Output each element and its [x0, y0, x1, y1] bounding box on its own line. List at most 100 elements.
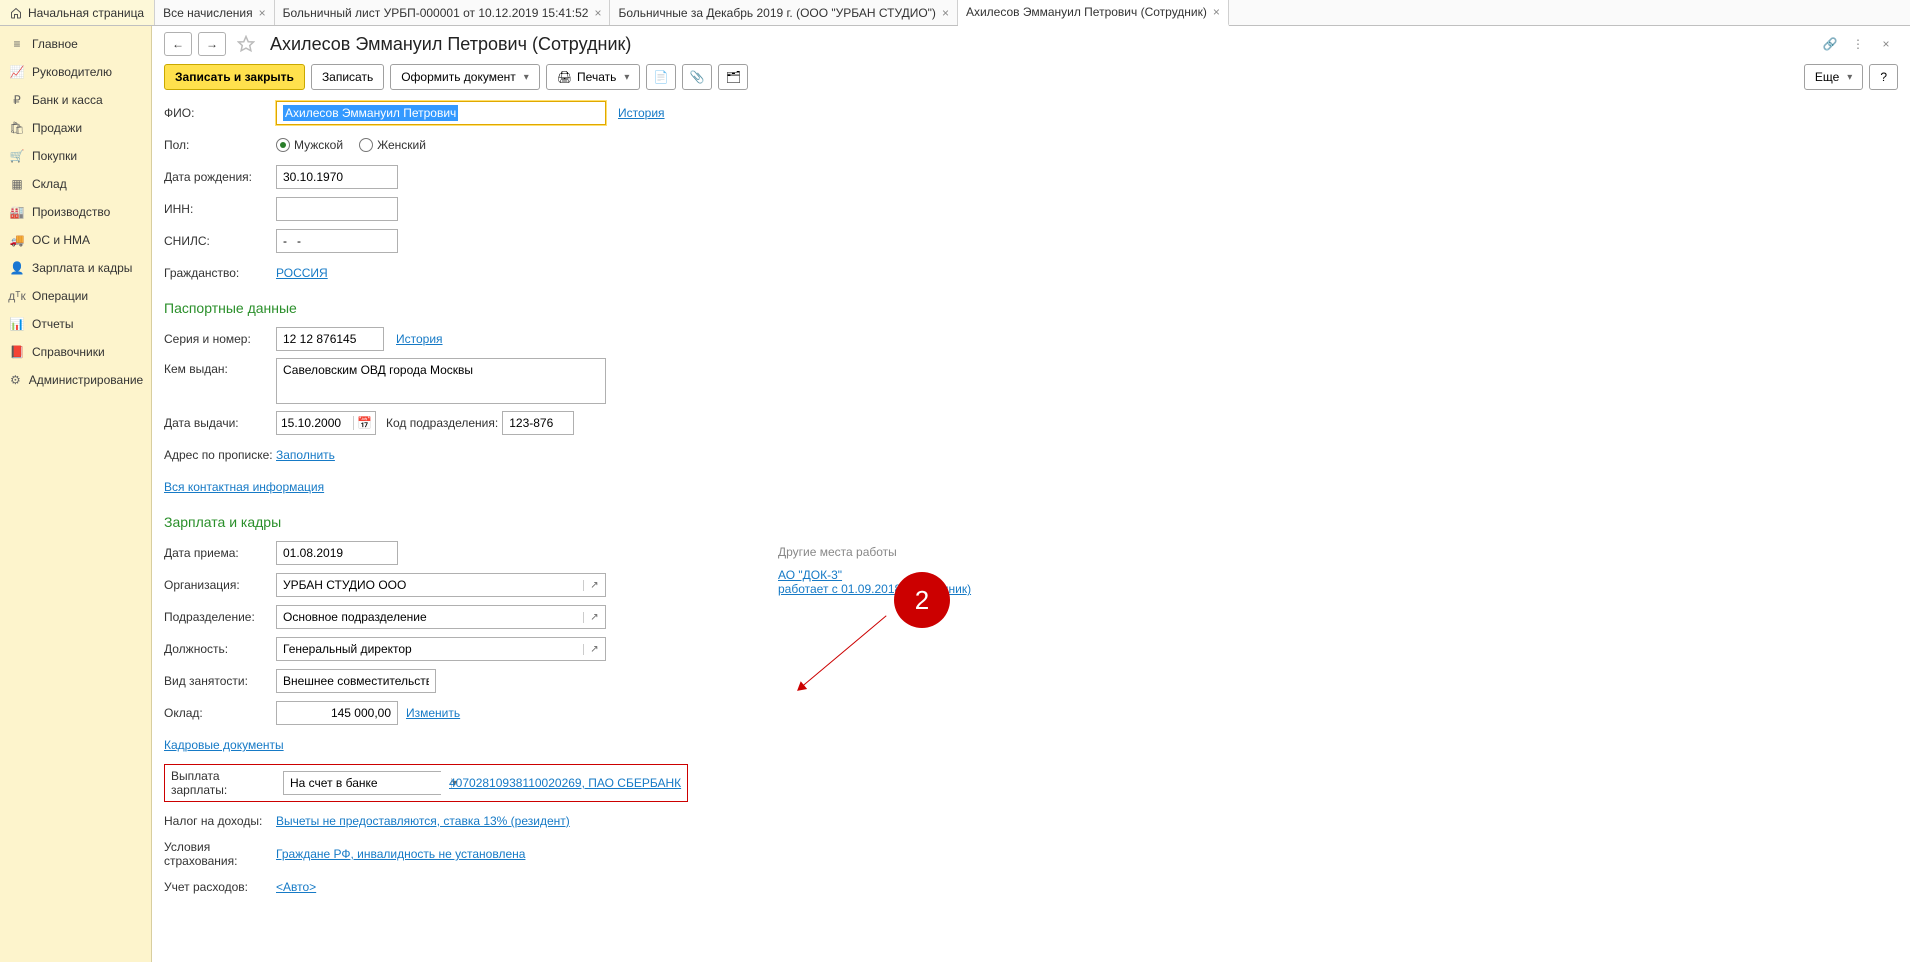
label-pay-method: Выплата зарплаты: — [171, 769, 275, 797]
link-icon[interactable]: 🔗 — [1818, 32, 1842, 56]
open-icon[interactable]: ↗ — [583, 612, 605, 623]
sidebar-item-manager[interactable]: 📈Руководителю — [0, 58, 151, 86]
hr-docs-link[interactable]: Кадровые документы — [164, 738, 284, 752]
more-icon[interactable]: ⋮ — [1846, 32, 1870, 56]
label-issued-by: Кем выдан: — [164, 358, 276, 376]
radio-male[interactable]: Мужской — [276, 138, 343, 152]
label-tax: Налог на доходы: — [164, 814, 276, 828]
other-work-block: Другие места работы — [778, 545, 897, 561]
org-lookup[interactable]: ↗ — [276, 573, 606, 597]
label-org: Организация: — [164, 578, 276, 592]
fill-link[interactable]: Заполнить — [276, 448, 335, 462]
attach-icon-button[interactable]: 📎 — [682, 64, 712, 90]
more-button[interactable]: Еще — [1804, 64, 1863, 90]
sidebar-item-main[interactable]: ≡Главное — [0, 30, 151, 58]
dob-input[interactable] — [276, 165, 398, 189]
org-input[interactable] — [277, 574, 583, 596]
salary-input[interactable] — [276, 701, 398, 725]
emp-type-input[interactable] — [276, 669, 436, 693]
tab-1[interactable]: Больничный лист УРБП-000001 от 10.12.201… — [275, 0, 611, 25]
radio-female[interactable]: Женский — [359, 138, 426, 152]
inn-input[interactable] — [276, 197, 398, 221]
sidebar-item-bank[interactable]: ₽Банк и касса — [0, 86, 151, 114]
tax-link[interactable]: Вычеты не предоставляются, ставка 13% (р… — [276, 814, 570, 828]
close-icon[interactable]: × — [942, 6, 949, 20]
pay-method-value[interactable] — [284, 772, 451, 794]
nav-back-button[interactable]: ← — [164, 32, 192, 56]
close-icon[interactable]: × — [594, 6, 601, 20]
main-area: 🔗 ⋮ × ← → Ахилесов Эммануил Петрович (Со… — [152, 26, 1910, 962]
save-close-button[interactable]: Записать и закрыть — [164, 64, 305, 90]
sidebar-item-sales[interactable]: 🛍Продажи — [0, 114, 151, 142]
change-link[interactable]: Изменить — [406, 706, 460, 720]
radio-female-label: Женский — [377, 138, 426, 152]
sidebar-item-hr[interactable]: 👤Зарплата и кадры — [0, 254, 151, 282]
sidebar-item-reports[interactable]: 📊Отчеты — [0, 310, 151, 338]
make-document-button[interactable]: Оформить документ — [390, 64, 540, 90]
label-fio: ФИО: — [164, 106, 276, 120]
calendar-icon[interactable]: 📅 — [353, 416, 375, 430]
sidebar-item-assets[interactable]: 🚚ОС и НМА — [0, 226, 151, 254]
citizenship-link[interactable]: РОССИЯ — [276, 266, 328, 280]
save-button[interactable]: Записать — [311, 64, 384, 90]
label-dept: Подразделение: — [164, 610, 276, 624]
sidebar-item-operations[interactable]: дᵀкОперации — [0, 282, 151, 310]
close-icon[interactable]: × — [1874, 32, 1898, 56]
sidebar-item-warehouse[interactable]: ▦Склад — [0, 170, 151, 198]
close-icon[interactable]: × — [1213, 5, 1220, 19]
fio-input[interactable]: Ахилесов Эммануил Петрович — [276, 101, 606, 125]
label-address: Адрес по прописке: — [164, 448, 276, 462]
card-icon-button[interactable]: 🗂 — [718, 64, 748, 90]
person-icon: 👤 — [10, 261, 24, 275]
position-lookup[interactable]: ↗ — [276, 637, 606, 661]
help-button[interactable]: ? — [1869, 64, 1898, 90]
open-icon[interactable]: ↗ — [583, 644, 605, 655]
print-button[interactable]: 🖨 Печать — [546, 64, 641, 90]
sidebar: ≡Главное 📈Руководителю ₽Банк и касса 🛍Пр… — [0, 26, 152, 962]
history-link[interactable]: История — [618, 106, 665, 120]
sb-label: Руководителю — [32, 65, 112, 79]
sb-label: Продажи — [32, 121, 82, 135]
close-icon[interactable]: × — [259, 6, 266, 20]
nav-forward-button[interactable]: → — [198, 32, 226, 56]
sidebar-item-admin[interactable]: ⚙Администрирование — [0, 366, 151, 394]
page-header: ← → Ахилесов Эммануил Петрович (Сотрудни… — [164, 32, 1898, 56]
series-input[interactable] — [276, 327, 384, 351]
history-link-2[interactable]: История — [396, 332, 443, 346]
dept-lookup[interactable]: ↗ — [276, 605, 606, 629]
label-inn: ИНН: — [164, 202, 276, 216]
dept-code-input[interactable] — [502, 411, 574, 435]
star-icon[interactable] — [232, 32, 260, 56]
tab-3[interactable]: Ахилесов Эммануил Петрович (Сотрудник) × — [958, 0, 1229, 26]
doc-icon-button[interactable]: 📄 — [646, 64, 676, 90]
dept-input[interactable] — [277, 606, 583, 628]
insurance-link[interactable]: Граждане РФ, инвалидность не установлена — [276, 847, 525, 861]
snils-input[interactable] — [276, 229, 398, 253]
issue-date-input[interactable] — [277, 412, 353, 434]
position-input[interactable] — [277, 638, 583, 660]
all-contacts-link[interactable]: Вся контактная информация — [164, 480, 324, 494]
ledger-icon: дᵀк — [10, 289, 24, 303]
bank-account-link[interactable]: 40702810938110020269, ПАО СБЕРБАНК — [449, 776, 681, 790]
tab-0[interactable]: Все начисления × — [155, 0, 275, 25]
sidebar-item-production[interactable]: 🏭Производство — [0, 198, 151, 226]
tab-2[interactable]: Больничные за Декабрь 2019 г. (ООО "УРБА… — [610, 0, 958, 25]
pay-method-dropdown[interactable]: ▾ — [283, 771, 441, 795]
issued-by-input[interactable] — [276, 358, 606, 404]
expenses-link[interactable]: <Авто> — [276, 880, 316, 894]
hire-date-input[interactable] — [276, 541, 398, 565]
other-work-org-link[interactable]: АО "ДОК-3" — [778, 568, 842, 582]
tab-label: Больничный лист УРБП-000001 от 10.12.201… — [283, 6, 589, 20]
issue-date-field[interactable]: 📅 — [276, 411, 376, 435]
open-icon[interactable]: ↗ — [583, 580, 605, 591]
factory-icon: 🏭 — [10, 205, 24, 219]
radio-male-label: Мужской — [294, 138, 343, 152]
label-hire-date: Дата приема: — [164, 546, 276, 560]
sb-label: Отчеты — [32, 317, 73, 331]
ruble-icon: ₽ — [10, 93, 24, 107]
sidebar-item-catalogs[interactable]: 📕Справочники — [0, 338, 151, 366]
label-insurance: Условия страхования: — [164, 840, 276, 868]
tab-home[interactable]: Начальная страница — [0, 0, 155, 25]
sidebar-item-purchases[interactable]: 🛒Покупки — [0, 142, 151, 170]
tab-label: Все начисления — [163, 6, 253, 20]
